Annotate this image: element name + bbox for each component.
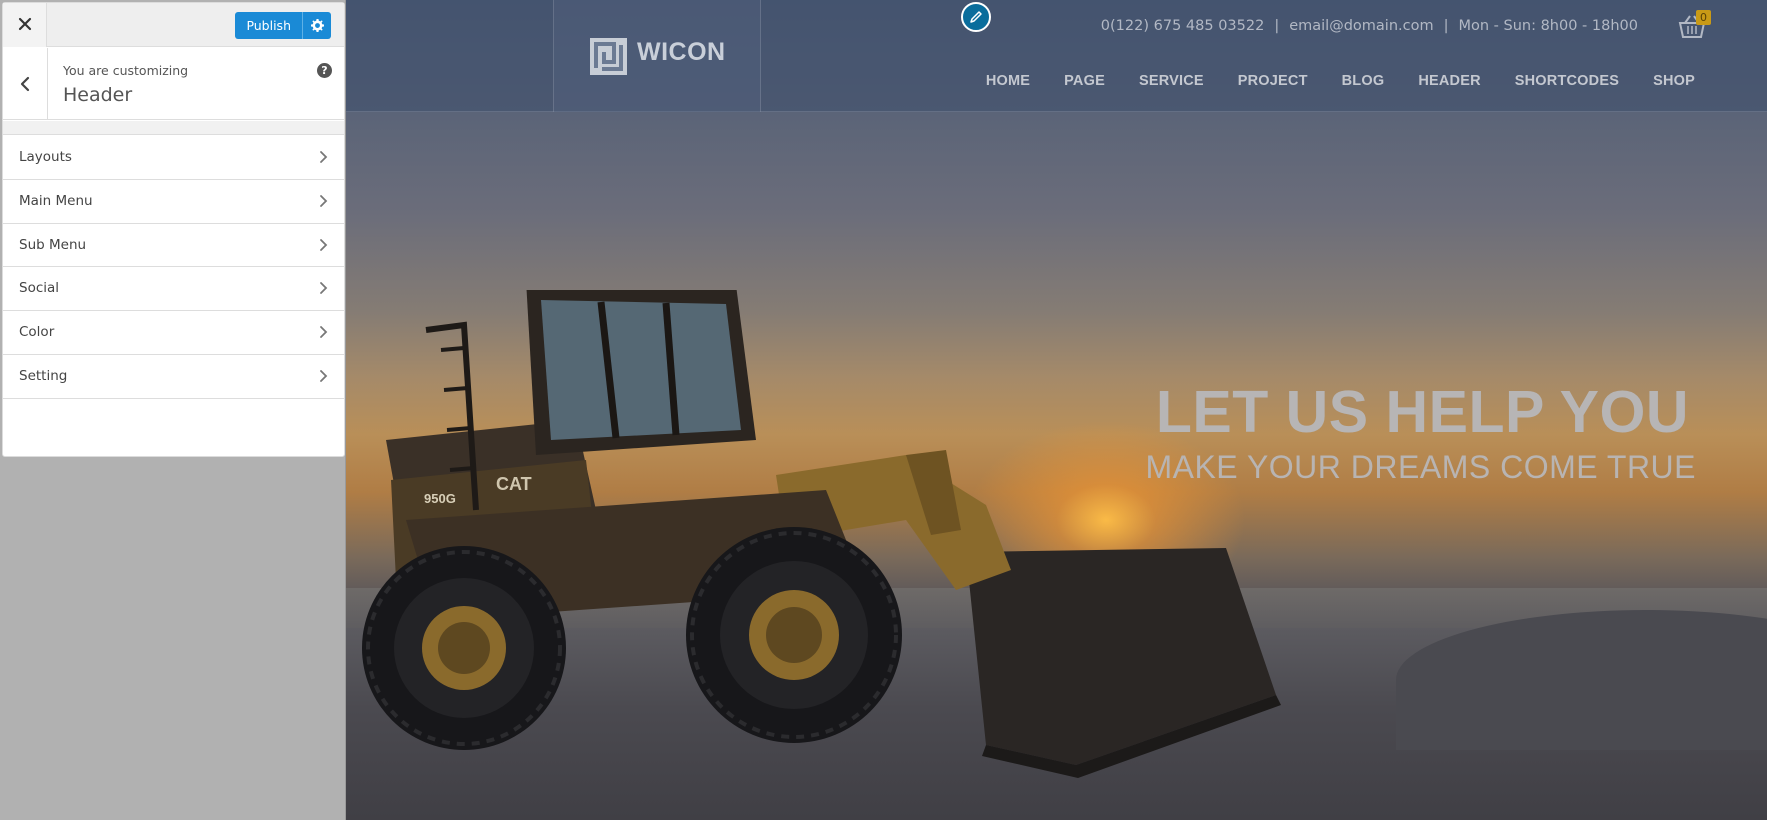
nav-shop[interactable]: SHOP <box>1653 73 1695 89</box>
hero-subtitle: MAKE YOUR DREAMS COME TRUE <box>1145 449 1696 485</box>
section-title: Header <box>63 84 133 106</box>
nav-service[interactable]: SERVICE <box>1139 73 1204 89</box>
site-preview: 950G CAT WICON 0(122) 675 485 03522 | emai… <box>346 0 1767 820</box>
chevron-right-icon <box>320 370 328 382</box>
nav-header[interactable]: HEADER <box>1418 73 1480 89</box>
pencil-icon <box>970 11 982 23</box>
chevron-right-icon <box>320 282 328 295</box>
menu-item-social[interactable]: Social <box>3 267 344 312</box>
menu-item-label: Main Menu <box>19 192 93 209</box>
hero-title: LET US HELP YOU <box>1155 379 1689 445</box>
contact-separator: | <box>1443 18 1449 34</box>
wheel-loader-image: 950G CAT <box>362 290 1281 778</box>
customizer-sidebar: Publish You are customizing Header ? Lay… <box>0 0 346 820</box>
site-logo-area[interactable]: WICON <box>553 0 761 112</box>
cart-count-badge: 0 <box>1696 10 1711 25</box>
phone-number: 0(122) 675 485 03522 <box>1100 18 1265 34</box>
back-button[interactable] <box>3 48 48 120</box>
chevron-right-icon <box>320 151 328 163</box>
customizing-label: You are customizing <box>63 63 189 78</box>
main-navigation: HOME PAGE SERVICE PROJECT BLOG HEADER SH… <box>986 73 1695 89</box>
wicon-logo-icon <box>590 38 627 75</box>
section-divider <box>3 121 344 135</box>
nav-blog[interactable]: BLOG <box>1342 73 1385 89</box>
close-customizer-button[interactable] <box>3 3 47 47</box>
menu-item-sub-menu[interactable]: Sub Menu <box>3 223 344 268</box>
menu-item-label: Layouts <box>19 149 72 165</box>
close-icon <box>18 17 31 30</box>
help-icon[interactable]: ? <box>317 63 332 78</box>
customizer-panel: Publish You are customizing Header ? Lay… <box>2 2 345 457</box>
menu-item-layouts[interactable]: Layouts <box>3 136 344 180</box>
section-header: You are customizing Header ? <box>3 48 344 120</box>
menu-item-setting[interactable]: Setting <box>3 354 344 399</box>
nav-shortcodes[interactable]: SHORTCODES <box>1515 73 1619 89</box>
contact-info: 0(122) 675 485 03522 | email@domain.com | Mo… <box>1101 18 1638 34</box>
nav-page[interactable]: PAGE <box>1064 73 1105 89</box>
chevron-right-icon <box>320 238 328 251</box>
customizer-menu: Layouts Main Menu Sub Menu Social Color … <box>3 136 344 399</box>
gear-icon <box>310 19 324 32</box>
site-logo-text: WICON <box>637 38 726 66</box>
customizer-top-bar: Publish <box>3 3 344 47</box>
loader-brand-label: CAT <box>496 474 532 494</box>
nav-project[interactable]: PROJECT <box>1238 73 1308 89</box>
nav-home[interactable]: HOME <box>986 73 1030 89</box>
publish-group: Publish <box>235 12 331 39</box>
opening-hours: Mon - Sun: 8h00 - 18h00 <box>1458 18 1638 34</box>
publish-settings-button[interactable] <box>302 12 331 39</box>
edit-shortcut-button[interactable] <box>961 2 991 32</box>
menu-item-label: Setting <box>19 367 68 384</box>
menu-item-color[interactable]: Color <box>3 311 344 355</box>
menu-item-label: Sub Menu <box>19 236 87 253</box>
loader-model-label: 950G <box>424 491 456 506</box>
chevron-right-icon <box>320 194 328 207</box>
chevron-right-icon <box>320 326 328 339</box>
menu-item-label: Color <box>19 324 55 341</box>
menu-item-main-menu[interactable]: Main Menu <box>3 179 344 224</box>
email-address: email@domain.com <box>1289 18 1434 34</box>
publish-button[interactable]: Publish <box>235 12 302 39</box>
menu-item-label: Social <box>19 280 60 297</box>
contact-separator: | <box>1274 18 1280 34</box>
chevron-left-icon <box>20 76 30 92</box>
